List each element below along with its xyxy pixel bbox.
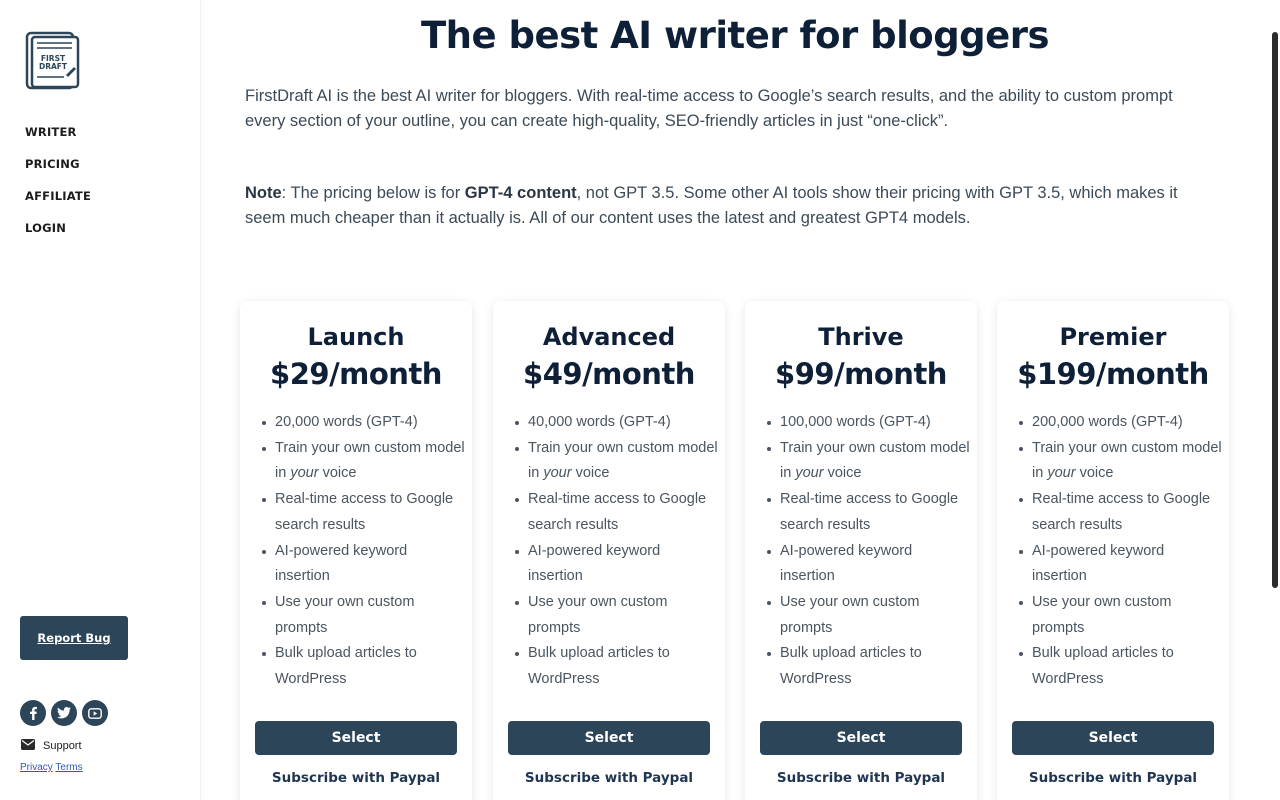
scrollbar-thumb[interactable] xyxy=(1272,32,1278,588)
feature-keyword: AI-powered keyword insertion xyxy=(262,539,465,590)
feature-keyword: AI-powered keyword insertion xyxy=(1019,539,1222,590)
feature-realtime: Real-time access to Google search result… xyxy=(262,487,465,538)
feature-list: 200,000 words (GPT-4) Train your own cus… xyxy=(1019,410,1222,693)
nav-item-affiliate: AFFILIATE xyxy=(25,188,91,220)
firstdraft-logo[interactable]: FIRST DRAFT xyxy=(24,31,80,91)
select-button-premier[interactable]: Select xyxy=(1012,721,1214,755)
feature-list: 100,000 words (GPT-4) Train your own cus… xyxy=(767,410,970,693)
feature-prompts: Use your own custom prompts xyxy=(767,590,970,641)
twitter-icon[interactable] xyxy=(51,700,77,726)
support-link[interactable]: Support xyxy=(21,737,82,755)
pricing-note: Note: The pricing below is for GPT-4 con… xyxy=(245,181,1205,231)
paypal-link-advanced[interactable]: Subscribe with Paypal xyxy=(493,770,725,786)
note-text-1: : The pricing below is for xyxy=(281,184,465,202)
paypal-link-thrive[interactable]: Subscribe with Paypal xyxy=(745,770,977,786)
feature-keyword: AI-powered keyword insertion xyxy=(515,539,718,590)
feature-train: Train your own custom model in your voic… xyxy=(1019,436,1222,487)
nav-link-writer[interactable]: WRITER xyxy=(25,125,77,139)
feature-realtime: Real-time access to Google search result… xyxy=(767,487,970,538)
feature-bulk: Bulk upload articles to WordPress xyxy=(767,641,970,692)
feature-words: 100,000 words (GPT-4) xyxy=(767,410,970,436)
feature-list: 40,000 words (GPT-4) Train your own cust… xyxy=(515,410,718,693)
feature-realtime: Real-time access to Google search result… xyxy=(515,487,718,538)
feature-bulk: Bulk upload articles to WordPress xyxy=(515,641,718,692)
sidebar: FIRST DRAFT WRITER PRICING AFFILIATE LOG… xyxy=(0,0,201,800)
pricing-card-advanced: Advanced $49/month 40,000 words (GPT-4) … xyxy=(493,301,725,800)
feature-list: 20,000 words (GPT-4) Train your own cust… xyxy=(262,410,465,693)
youtube-icon[interactable] xyxy=(82,700,108,726)
facebook-icon[interactable] xyxy=(20,700,46,726)
paypal-link-premier[interactable]: Subscribe with Paypal xyxy=(997,770,1229,786)
nav-item-login: LOGIN xyxy=(25,220,91,252)
feature-train: Train your own custom model in your voic… xyxy=(515,436,718,487)
privacy-link[interactable]: Privacy xyxy=(20,762,53,773)
plan-price: $29/month xyxy=(270,357,442,391)
sidebar-nav: WRITER PRICING AFFILIATE LOGIN xyxy=(25,124,91,252)
page-title: The best AI writer for bloggers xyxy=(420,14,1050,57)
nav-link-affiliate[interactable]: AFFILIATE xyxy=(25,189,91,203)
feature-words: 20,000 words (GPT-4) xyxy=(262,410,465,436)
main-content: The best AI writer for bloggers FirstDra… xyxy=(201,0,1269,800)
support-label: Support xyxy=(43,740,82,752)
plan-price: $99/month xyxy=(775,357,947,391)
feature-keyword: AI-powered keyword insertion xyxy=(767,539,970,590)
feature-realtime: Real-time access to Google search result… xyxy=(1019,487,1222,538)
plan-name: Advanced xyxy=(542,323,676,351)
plan-name: Launch xyxy=(307,323,405,351)
feature-train: Train your own custom model in your voic… xyxy=(767,436,970,487)
intro-paragraph: FirstDraft AI is the best AI writer for … xyxy=(245,87,1173,130)
feature-words: 200,000 words (GPT-4) xyxy=(1019,410,1222,436)
social-links xyxy=(20,700,108,726)
mail-icon xyxy=(21,737,35,755)
pricing-card-premier: Premier $199/month 200,000 words (GPT-4)… xyxy=(997,301,1229,800)
feature-train: Train your own custom model in your voic… xyxy=(262,436,465,487)
feature-bulk: Bulk upload articles to WordPress xyxy=(1019,641,1222,692)
select-button-advanced[interactable]: Select xyxy=(508,721,710,755)
note-bold: GPT-4 content xyxy=(464,184,577,202)
pricing-card-thrive: Thrive $99/month 100,000 words (GPT-4) T… xyxy=(745,301,977,800)
pricing-card-launch: Launch $29/month 20,000 words (GPT-4) Tr… xyxy=(240,301,472,800)
svg-text:DRAFT: DRAFT xyxy=(39,62,68,71)
select-button-launch[interactable]: Select xyxy=(255,721,457,755)
feature-prompts: Use your own custom prompts xyxy=(515,590,718,641)
plan-price: $199/month xyxy=(1017,357,1209,391)
nav-item-writer: WRITER xyxy=(25,124,91,156)
legal-links: Privacy Terms xyxy=(20,762,83,773)
feature-prompts: Use your own custom prompts xyxy=(1019,590,1222,641)
feature-words: 40,000 words (GPT-4) xyxy=(515,410,718,436)
note-label: Note xyxy=(245,184,282,202)
nav-link-pricing[interactable]: PRICING xyxy=(25,157,80,171)
terms-link[interactable]: Terms xyxy=(55,762,82,773)
report-bug-button[interactable]: Report Bug xyxy=(20,616,128,660)
plan-name: Premier xyxy=(1059,323,1167,351)
scrollbar[interactable] xyxy=(1269,0,1280,800)
plan-price: $49/month xyxy=(523,357,695,391)
select-button-thrive[interactable]: Select xyxy=(760,721,962,755)
feature-bulk: Bulk upload articles to WordPress xyxy=(262,641,465,692)
nav-item-pricing: PRICING xyxy=(25,156,91,188)
feature-prompts: Use your own custom prompts xyxy=(262,590,465,641)
paypal-link-launch[interactable]: Subscribe with Paypal xyxy=(240,770,472,786)
nav-link-login[interactable]: LOGIN xyxy=(25,221,66,235)
plan-name: Thrive xyxy=(818,323,904,351)
